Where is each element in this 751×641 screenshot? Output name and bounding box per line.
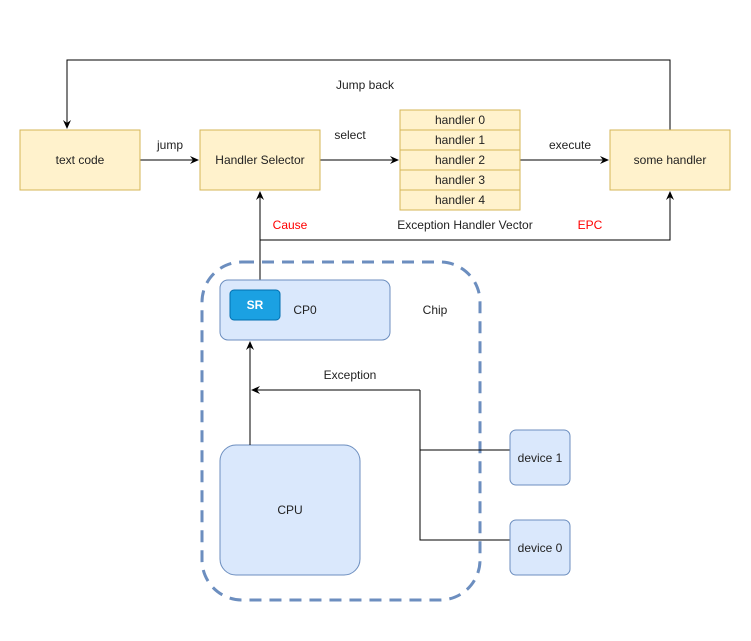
diagram: Jump back jump select execute Cause EPC … xyxy=(19,59,731,602)
jump-label: jump xyxy=(156,138,183,152)
handler-4-label: handler 4 xyxy=(435,193,485,207)
select-label: select xyxy=(334,128,366,142)
text-code-label: text code xyxy=(56,153,105,167)
handler-1-label: handler 1 xyxy=(435,133,485,147)
jump-back-label: Jump back xyxy=(336,78,395,92)
cause-label: Cause xyxy=(273,218,308,232)
vector-label: Exception Handler Vector xyxy=(397,218,532,232)
chip-label: Chip xyxy=(423,303,448,317)
some-handler-label: some handler xyxy=(634,153,707,167)
execute-label: execute xyxy=(549,138,591,152)
handler-selector-label: Handler Selector xyxy=(215,153,304,167)
cpu-label: CPU xyxy=(277,503,302,517)
sr-label: SR xyxy=(247,298,264,312)
epc-label: EPC xyxy=(578,218,603,232)
handler-3-label: handler 3 xyxy=(435,173,485,187)
handler-2-label: handler 2 xyxy=(435,153,485,167)
handler-0-label: handler 0 xyxy=(435,113,485,127)
jump-back-edge xyxy=(63,59,671,130)
exception-handler-vector: handler 0 handler 1 handler 2 handler 3 … xyxy=(399,109,521,211)
cp0-label: CP0 xyxy=(293,303,317,317)
device-bus xyxy=(419,390,510,541)
exception-label: Exception xyxy=(324,368,377,382)
device-0-label: device 0 xyxy=(518,541,563,555)
device-1-label: device 1 xyxy=(518,451,563,465)
